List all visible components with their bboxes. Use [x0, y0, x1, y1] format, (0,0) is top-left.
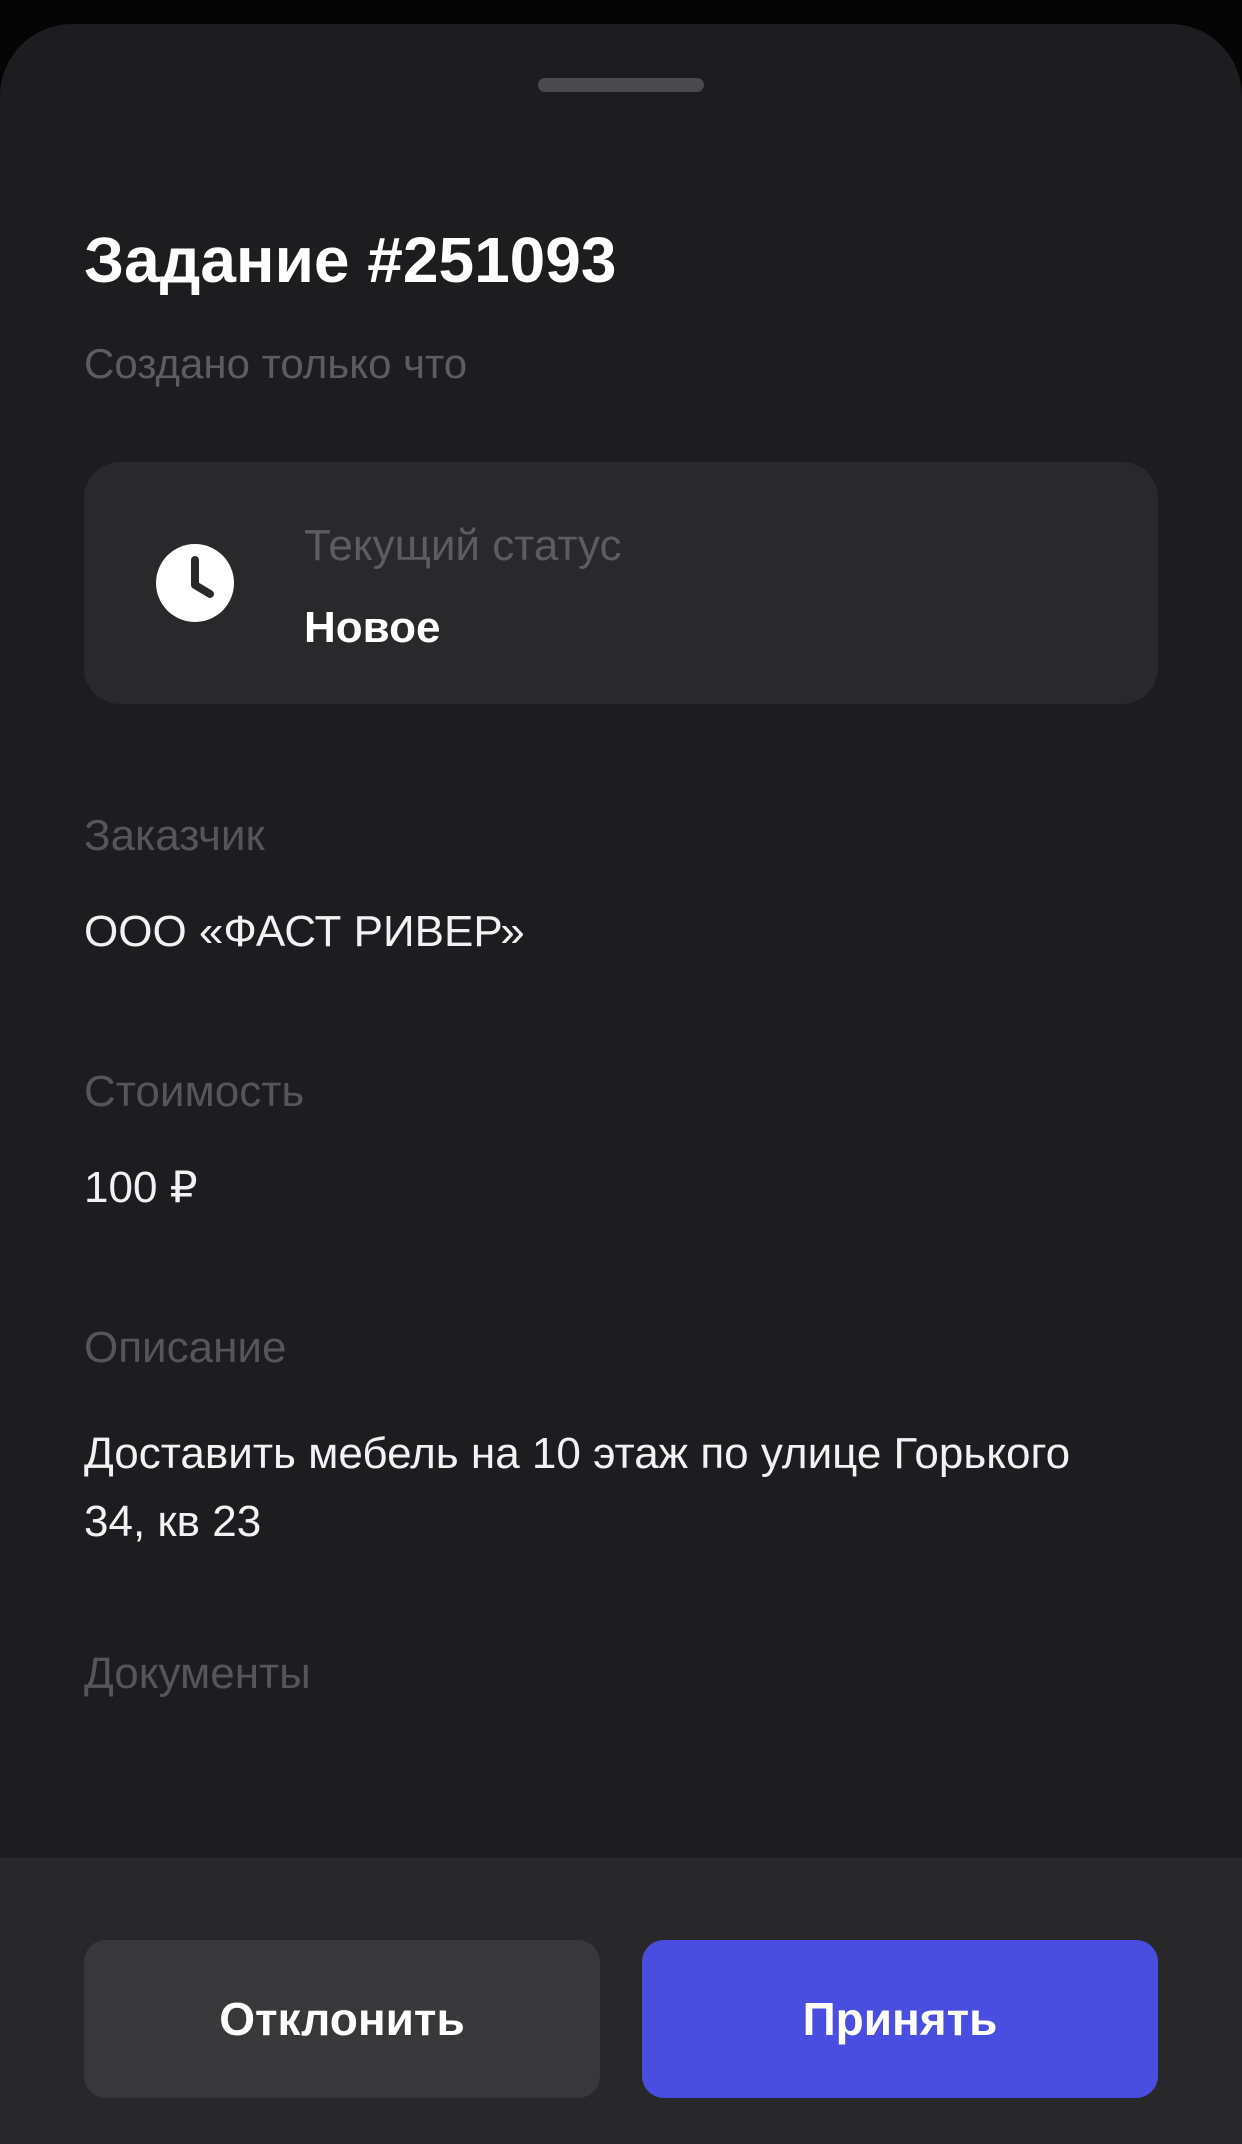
action-bar: Отклонить Принять	[0, 1858, 1242, 2144]
price-label: Стоимость	[84, 1067, 305, 1116]
clock-icon	[156, 544, 234, 622]
status-value: Новое	[304, 603, 441, 652]
description-value: Доставить мебель на 10 этаж по улице Гор…	[84, 1429, 1071, 1546]
accept-button[interactable]: Принять	[642, 1940, 1158, 2098]
decline-button[interactable]: Отклонить	[84, 1940, 600, 2098]
price-value: 100 ₽	[84, 1163, 198, 1212]
task-title: Задание #251093	[84, 224, 617, 296]
description-label: Описание	[84, 1323, 287, 1372]
sheet-drag-handle[interactable]	[538, 78, 704, 92]
customer-label: Заказчик	[84, 811, 265, 860]
customer-value: ООО «ФАСТ РИВЕР»	[84, 907, 525, 956]
bottom-sheet: Задание #251093 Создано только что Текущ…	[0, 24, 1242, 2144]
status-label: Текущий статус	[304, 521, 622, 570]
task-created-time: Создано только что	[84, 340, 468, 387]
status-card: Текущий статус Новое	[84, 462, 1158, 704]
documents-label: Документы	[84, 1649, 311, 1698]
